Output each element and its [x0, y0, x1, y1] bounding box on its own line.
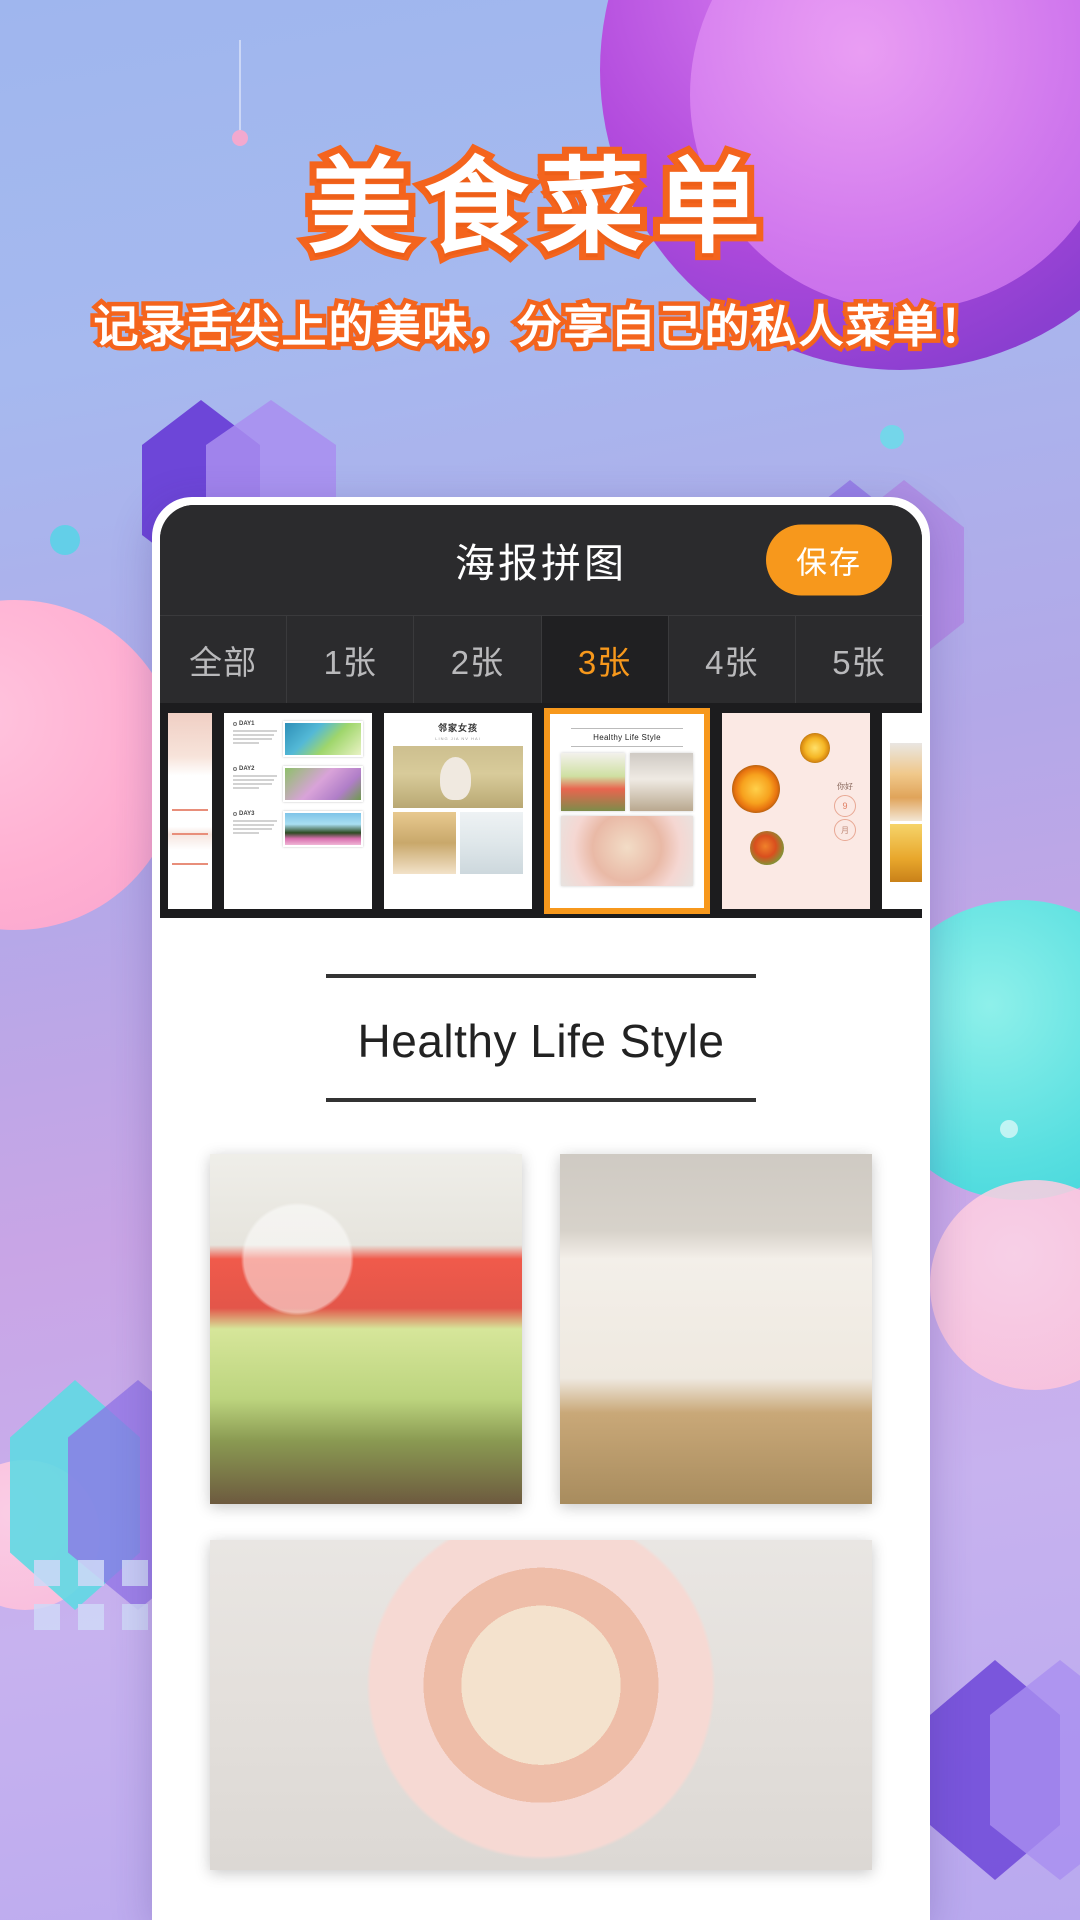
- phone-screen: 海报拼图 保存 全部 1张 2张 3张 4张 5张 DAY1 DAY2 DAY3…: [160, 505, 922, 1920]
- blob-pink-right: [930, 1180, 1080, 1390]
- app-header: 海报拼图 保存: [160, 505, 922, 615]
- hexagon-decor-bottom-right: [930, 1660, 1080, 1880]
- flower-photo-1: [732, 764, 780, 813]
- healthy-photo-3: [561, 815, 693, 886]
- square-decor-5: [78, 1604, 104, 1630]
- poster-rule-bottom: [326, 1098, 756, 1102]
- day-label-2: DAY2: [239, 765, 255, 772]
- girl-template-subtitle: LING JIA NV HAI: [435, 735, 481, 741]
- template-thumbnail-strip[interactable]: DAY1 DAY2 DAY3 邻家女孩 LING JIA NV HAI Heal…: [160, 703, 922, 918]
- promo-title: 美食菜单: [301, 140, 772, 273]
- healthy-template-title: Healthy Life Style: [593, 732, 661, 742]
- flower-photo-3: [750, 830, 784, 865]
- template-thumb-sweet-honey[interactable]: [ 浓情蜜意 ] 枇杷蜂蜜润心里: [882, 712, 922, 909]
- poster-photo-milk[interactable]: [560, 1154, 872, 1504]
- healthy-photo-2: [629, 752, 693, 811]
- square-decor-6: [122, 1604, 148, 1630]
- tab-3-photos[interactable]: 3张: [541, 616, 669, 703]
- greeting-text: 你好: [837, 781, 853, 791]
- girl-photo-2: [393, 811, 456, 874]
- poster-title: Healthy Life Style: [357, 1015, 725, 1067]
- dot-cyan-left: [50, 525, 80, 555]
- square-decor-1: [34, 1560, 60, 1586]
- phone-mockup: 海报拼图 保存 全部 1张 2张 3张 4张 5张 DAY1 DAY2 DAY3…: [152, 497, 930, 1920]
- template-thumb-partial[interactable]: [168, 712, 212, 909]
- poster-photo-row: [210, 1154, 872, 1504]
- poster-photo-drinks[interactable]: [210, 1154, 522, 1504]
- flower-photo-2: [800, 732, 830, 763]
- square-decor-4: [34, 1604, 60, 1630]
- honey-photo-1: [890, 742, 922, 821]
- poster-preview-area[interactable]: Healthy Life Style: [160, 918, 922, 1920]
- day-label-3: DAY3: [239, 810, 255, 817]
- tab-5-photos[interactable]: 5张: [796, 616, 922, 703]
- promo-subtitle: 记录舌尖上的美味，分享自己的私人菜单！: [89, 295, 989, 357]
- tab-all[interactable]: 全部: [160, 616, 288, 703]
- photo-count-tabs: 全部 1张 2张 3张 4张 5张: [160, 615, 922, 703]
- day-label-1: DAY1: [239, 720, 255, 727]
- healthy-photo-1: [561, 752, 625, 811]
- dot-pink: [232, 130, 248, 146]
- girl-template-title: 邻家女孩: [437, 722, 478, 733]
- honey-photo-2: [890, 823, 922, 882]
- page-title: 海报拼图: [455, 542, 627, 586]
- honey-template-title: [ 浓情蜜意 ]: [890, 721, 922, 731]
- poster-photo-soup-bowl[interactable]: [210, 1540, 872, 1870]
- square-decor-3: [122, 1560, 148, 1586]
- month-number: 9: [834, 795, 856, 818]
- hairline-decor: [239, 40, 241, 135]
- day-photo-3: [283, 810, 363, 847]
- tab-1-photo[interactable]: 1张: [287, 616, 415, 703]
- girl-photo-3: [460, 811, 523, 874]
- honey-template-subtitle: 枇杷蜂蜜润心里: [890, 733, 922, 738]
- save-button[interactable]: 保存: [766, 524, 892, 596]
- poster-canvas: Healthy Life Style: [184, 940, 898, 1920]
- day-photo-2: [283, 765, 363, 802]
- dot-cyan-right: [880, 425, 904, 449]
- promo-heading-block: 美食菜单 记录舌尖上的美味，分享自己的私人菜单！: [0, 140, 1080, 357]
- september-badge: 你好 9 月: [834, 781, 856, 842]
- template-thumb-healthy-life-style[interactable]: Healthy Life Style: [544, 707, 710, 914]
- month-unit: 月: [834, 819, 856, 842]
- square-decor-2: [78, 1560, 104, 1586]
- day-photo-1: [283, 720, 363, 757]
- girl-hero-photo: [393, 745, 523, 808]
- template-thumb-hello-september[interactable]: 你好 9 月: [722, 712, 870, 909]
- template-thumb-day-diary[interactable]: DAY1 DAY2 DAY3: [224, 712, 372, 909]
- template-thumb-girl-next-door[interactable]: 邻家女孩 LING JIA NV HAI: [384, 712, 532, 909]
- tab-4-photos[interactable]: 4张: [669, 616, 796, 703]
- dot-white: [1000, 1120, 1018, 1138]
- tab-2-photos[interactable]: 2张: [414, 616, 542, 703]
